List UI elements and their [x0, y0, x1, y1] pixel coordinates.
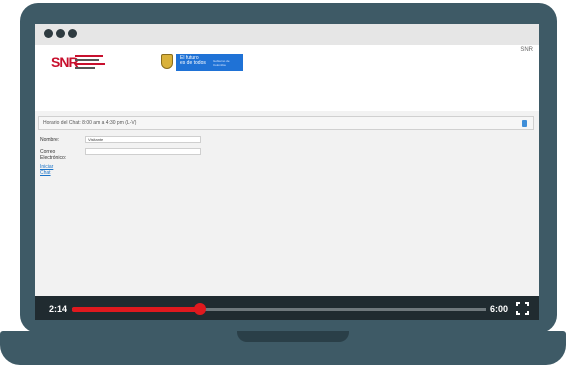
start-chat-link[interactable]: Iniciar Chat	[40, 164, 53, 176]
window-close-icon[interactable]	[44, 29, 53, 38]
laptop-notch	[237, 331, 349, 342]
video-control-bar: 2:14 6:00	[35, 296, 539, 320]
chat-schedule-text: Horario del Chat: 8:00 am a 4:30 pm (L-V…	[43, 120, 137, 126]
seek-handle[interactable]	[194, 303, 206, 315]
window-maximize-icon[interactable]	[68, 29, 77, 38]
duration-time: 6:00	[490, 304, 509, 314]
name-input[interactable]: Visitante	[85, 136, 201, 143]
window-titlebar	[35, 24, 539, 45]
email-input[interactable]	[85, 148, 201, 155]
fullscreen-icon[interactable]	[516, 302, 529, 315]
colombia-shield-icon	[161, 54, 173, 69]
current-time: 2:14	[49, 304, 68, 314]
laptop-screen: SNR El futuro es de todos Gobierno de Co…	[35, 24, 539, 320]
snr-logo-lines	[75, 55, 107, 71]
gov-subtitle: Gobierno de Colombia	[213, 59, 230, 67]
seek-progress	[72, 307, 200, 312]
snr-logo: SNR	[51, 54, 105, 72]
laptop-mockup: SNR El futuro es de todos Gobierno de Co…	[0, 0, 566, 367]
email-label: Correo Electrónico:	[40, 149, 67, 161]
chat-icon[interactable]	[522, 120, 527, 127]
chat-schedule-bar: Horario del Chat: 8:00 am a 4:30 pm (L-V…	[38, 116, 534, 130]
gov-brand-band: El futuro es de todos Gobierno de Colomb…	[176, 54, 243, 71]
header-right-label: SNR	[520, 47, 533, 53]
government-logo: El futuro es de todos Gobierno de Colomb…	[161, 54, 243, 71]
snr-logo-text: SNR	[51, 54, 79, 70]
name-label: Nombre:	[40, 137, 60, 143]
window-minimize-icon[interactable]	[56, 29, 65, 38]
gov-slogan: El futuro es de todos	[180, 56, 206, 66]
gov-slogan-line2: es de todos	[180, 60, 206, 66]
page-header: SNR El futuro es de todos Gobierno de Co…	[35, 45, 539, 111]
